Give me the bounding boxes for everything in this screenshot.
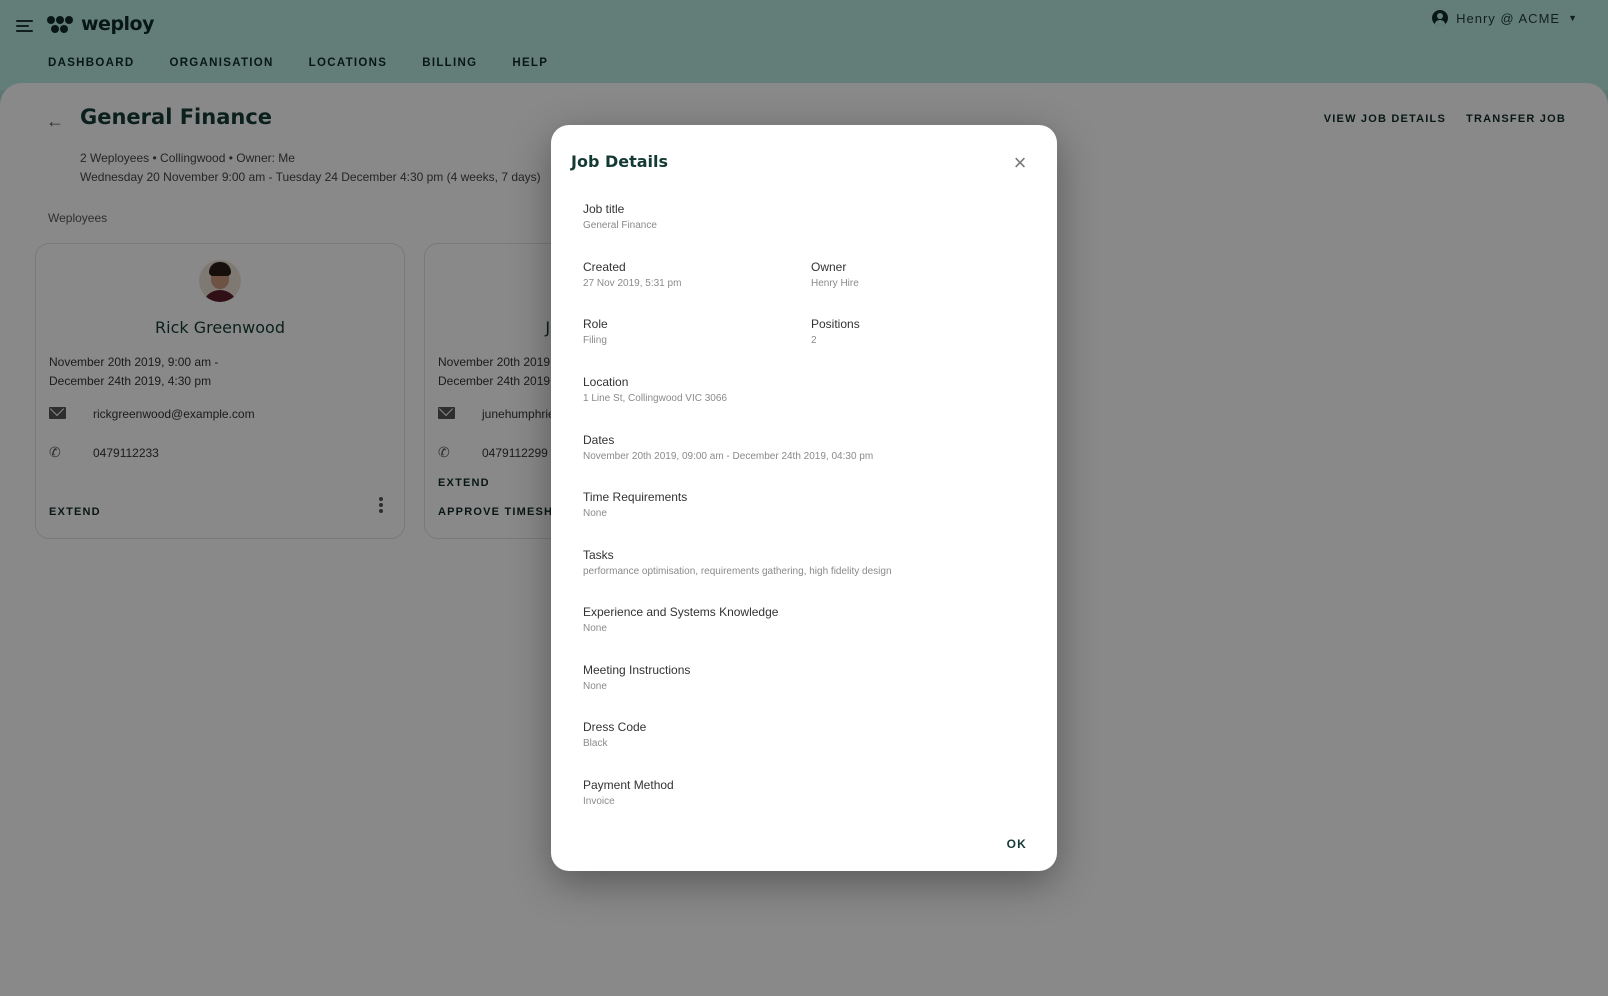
field-label: Meeting Instructions [583, 663, 691, 677]
field-value: None [583, 623, 607, 634]
field-label: Location [583, 375, 629, 389]
field-created: Created 27 Nov 2019, 5:31 pm [583, 259, 681, 292]
field-label: Job title [583, 202, 625, 216]
field-dates: Dates November 20th 2019, 09:00 am - Dec… [583, 432, 873, 465]
field-value: Henry Hire [811, 278, 859, 289]
field-payment-method: Payment Method Invoice [583, 777, 674, 810]
field-value: Invoice [583, 796, 615, 807]
field-tasks: Tasks performance optimisation, requirem… [583, 547, 892, 580]
field-experience: Experience and Systems Knowledge None [583, 604, 778, 637]
field-value: Black [583, 738, 608, 749]
ok-button[interactable]: OK [1007, 837, 1027, 851]
field-positions: Positions 2 [811, 316, 860, 349]
field-location: Location 1 Line St, Collingwood VIC 3066 [583, 374, 727, 407]
field-label: Role [583, 317, 608, 331]
field-value: 2 [811, 335, 817, 346]
field-value: November 20th 2019, 09:00 am - December … [583, 451, 874, 462]
job-details-dialog: Job Details × Job title General Finance … [551, 125, 1057, 871]
field-value: None [583, 508, 607, 519]
dialog-title: Job Details [571, 152, 669, 171]
field-value: 1 Line St, Collingwood VIC 3066 [583, 393, 727, 404]
field-value: 27 Nov 2019, 5:31 pm [583, 278, 682, 289]
field-label: Dress Code [583, 720, 647, 734]
field-dress-code: Dress Code Black [583, 719, 646, 752]
field-job-title: Job title General Finance [583, 201, 657, 234]
close-icon[interactable]: × [1009, 152, 1031, 174]
field-label: Payment Method [583, 778, 674, 792]
field-value: General Finance [583, 220, 657, 231]
field-label: Experience and Systems Knowledge [583, 605, 779, 619]
field-label: Created [583, 260, 626, 274]
field-meeting-instructions: Meeting Instructions None [583, 662, 690, 695]
field-label: Dates [583, 433, 615, 447]
field-label: Time Requirements [583, 490, 688, 504]
field-label: Positions [811, 317, 860, 331]
field-value: performance optimisation, requirements g… [583, 566, 892, 577]
field-owner: Owner Henry Hire [811, 259, 859, 292]
field-label: Owner [811, 260, 847, 274]
field-time-requirements: Time Requirements None [583, 489, 687, 522]
field-value: Filing [583, 335, 607, 346]
field-role: Role Filing [583, 316, 608, 349]
field-value: None [583, 681, 607, 692]
field-label: Tasks [583, 548, 614, 562]
